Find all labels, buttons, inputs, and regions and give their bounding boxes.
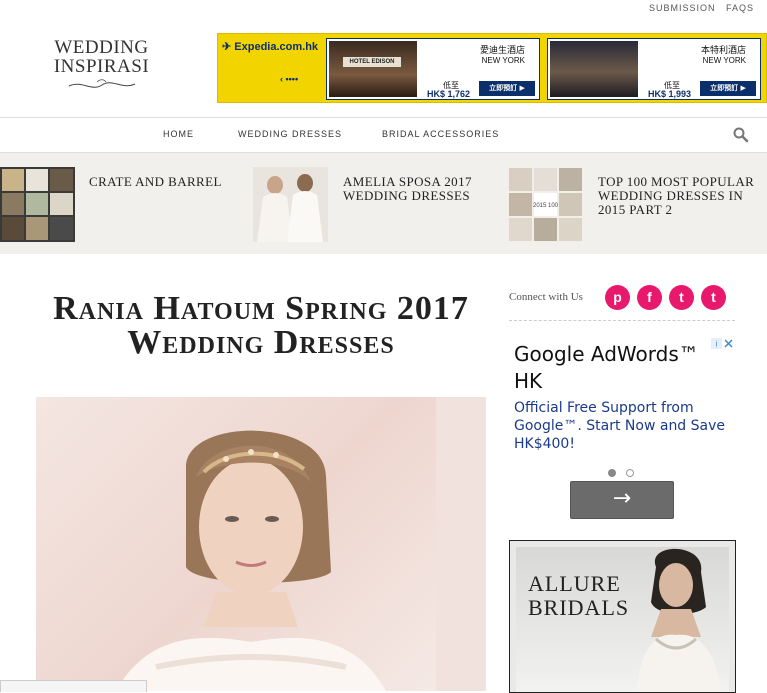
pinterest-icon[interactable]: p <box>605 285 630 310</box>
pager-dot[interactable] <box>626 469 634 478</box>
bride-photo <box>116 397 486 691</box>
ad-next-button[interactable]: → <box>570 481 674 519</box>
hotel-price: HK$ 1,762 <box>427 89 471 99</box>
nav-wedding-dresses[interactable]: WEDDING DRESSES <box>238 129 342 139</box>
ad-carousel-arrows[interactable]: ‹ •••• <box>280 74 298 84</box>
expedia-logo: ✈ Expedia.com.hk <box>222 41 319 53</box>
google-ad-title[interactable]: Google AdWords™ HK <box>514 341 724 395</box>
post-thumbnail: 2015 100 <box>508 167 583 242</box>
nav-home[interactable]: HOME <box>163 129 194 139</box>
logo-line-2: INSPIRASI <box>53 56 150 77</box>
hotel-name: 愛迪生酒店 <box>479 46 525 56</box>
hotel-price: HK$ 1,993 <box>648 89 692 99</box>
search-icon[interactable] <box>733 127 749 143</box>
article-title: Rania Hatoum Spring 2017 Wedding Dresses <box>53 290 469 361</box>
pager-dot-active[interactable] <box>608 469 616 478</box>
expedia-ad-banner[interactable]: ✈ Expedia.com.hk ‹ •••• HOTEL EDISON 愛迪生… <box>217 33 767 103</box>
hotel-name: 本特利酒店 <box>700 46 746 56</box>
nav-bridal-accessories[interactable]: BRIDAL ACCESSORIES <box>382 129 499 139</box>
hotel-photo: HOTEL EDISON <box>329 41 417 97</box>
facebook-icon[interactable]: f <box>637 285 662 310</box>
featured-post-top-100[interactable]: 2015 100 Top 100 Most Popular Wedding Dr… <box>508 167 763 242</box>
post-thumbnail <box>0 167 75 242</box>
sidebar-divider <box>509 320 735 321</box>
logo-swirl-icon <box>68 79 135 88</box>
thumbnail-caption: 2015 100 <box>533 203 559 209</box>
bottom-bar-stub <box>0 680 147 692</box>
hotel-city: NEW YORK <box>481 56 525 65</box>
submission-link[interactable]: SUBMISSION <box>649 3 716 13</box>
post-title[interactable]: Top 100 Most Popular Wedding Dresses in … <box>598 175 758 217</box>
featured-post-crate-barrel[interactable]: Crate and Barrel <box>0 167 230 242</box>
ad-pager <box>608 464 644 482</box>
hotel-ad-edison[interactable]: HOTEL EDISON 愛迪生酒店 NEW YORK 低至 HK$ 1,762… <box>326 38 540 100</box>
book-now-button[interactable]: 立即預訂 ▶ <box>700 81 756 96</box>
google-ad-body[interactable]: Official Free Support from Google™. Star… <box>514 399 729 453</box>
article-hero-image[interactable] <box>36 397 486 691</box>
hotel-city: NEW YORK <box>702 56 746 65</box>
allure-brand-line-2: BRIDALS <box>528 595 630 620</box>
main-nav: HOME WEDDING DRESSES BRIDAL ACCESSORIES <box>0 117 767 153</box>
post-thumbnail <box>253 167 328 242</box>
tumblr-icon[interactable]: t <box>701 285 726 310</box>
site-logo[interactable]: WEDDING INSPIRASI <box>44 38 159 92</box>
featured-posts-strip: Crate and Barrel Amelia Sposa 2017 Weddi… <box>0 153 767 254</box>
logo-line-1: WEDDING <box>54 37 149 58</box>
allure-brand-line-1: ALLURE <box>528 571 621 596</box>
top-bar: SUBMISSION FAQS <box>0 0 767 16</box>
post-title[interactable]: Crate and Barrel <box>89 175 229 189</box>
hotel-photo <box>550 41 638 97</box>
connect-label: Connect with Us <box>509 291 583 303</box>
book-now-button[interactable]: 立即預訂 ▶ <box>479 81 535 96</box>
featured-post-amelia-sposa[interactable]: Amelia Sposa 2017 Wedding Dresses <box>253 167 488 242</box>
faqs-link[interactable]: FAQS <box>726 3 754 13</box>
allure-bridals-ad[interactable]: ALLURE BRIDALS <box>509 540 736 693</box>
twitter-icon[interactable]: t <box>669 285 694 310</box>
hotel-ad-bentley[interactable]: 本特利酒店 NEW YORK 低至 HK$ 1,993 立即預訂 ▶ <box>547 38 761 100</box>
post-title[interactable]: Amelia Sposa 2017 Wedding Dresses <box>343 175 488 203</box>
hotel-sign: HOTEL EDISON <box>343 57 401 67</box>
